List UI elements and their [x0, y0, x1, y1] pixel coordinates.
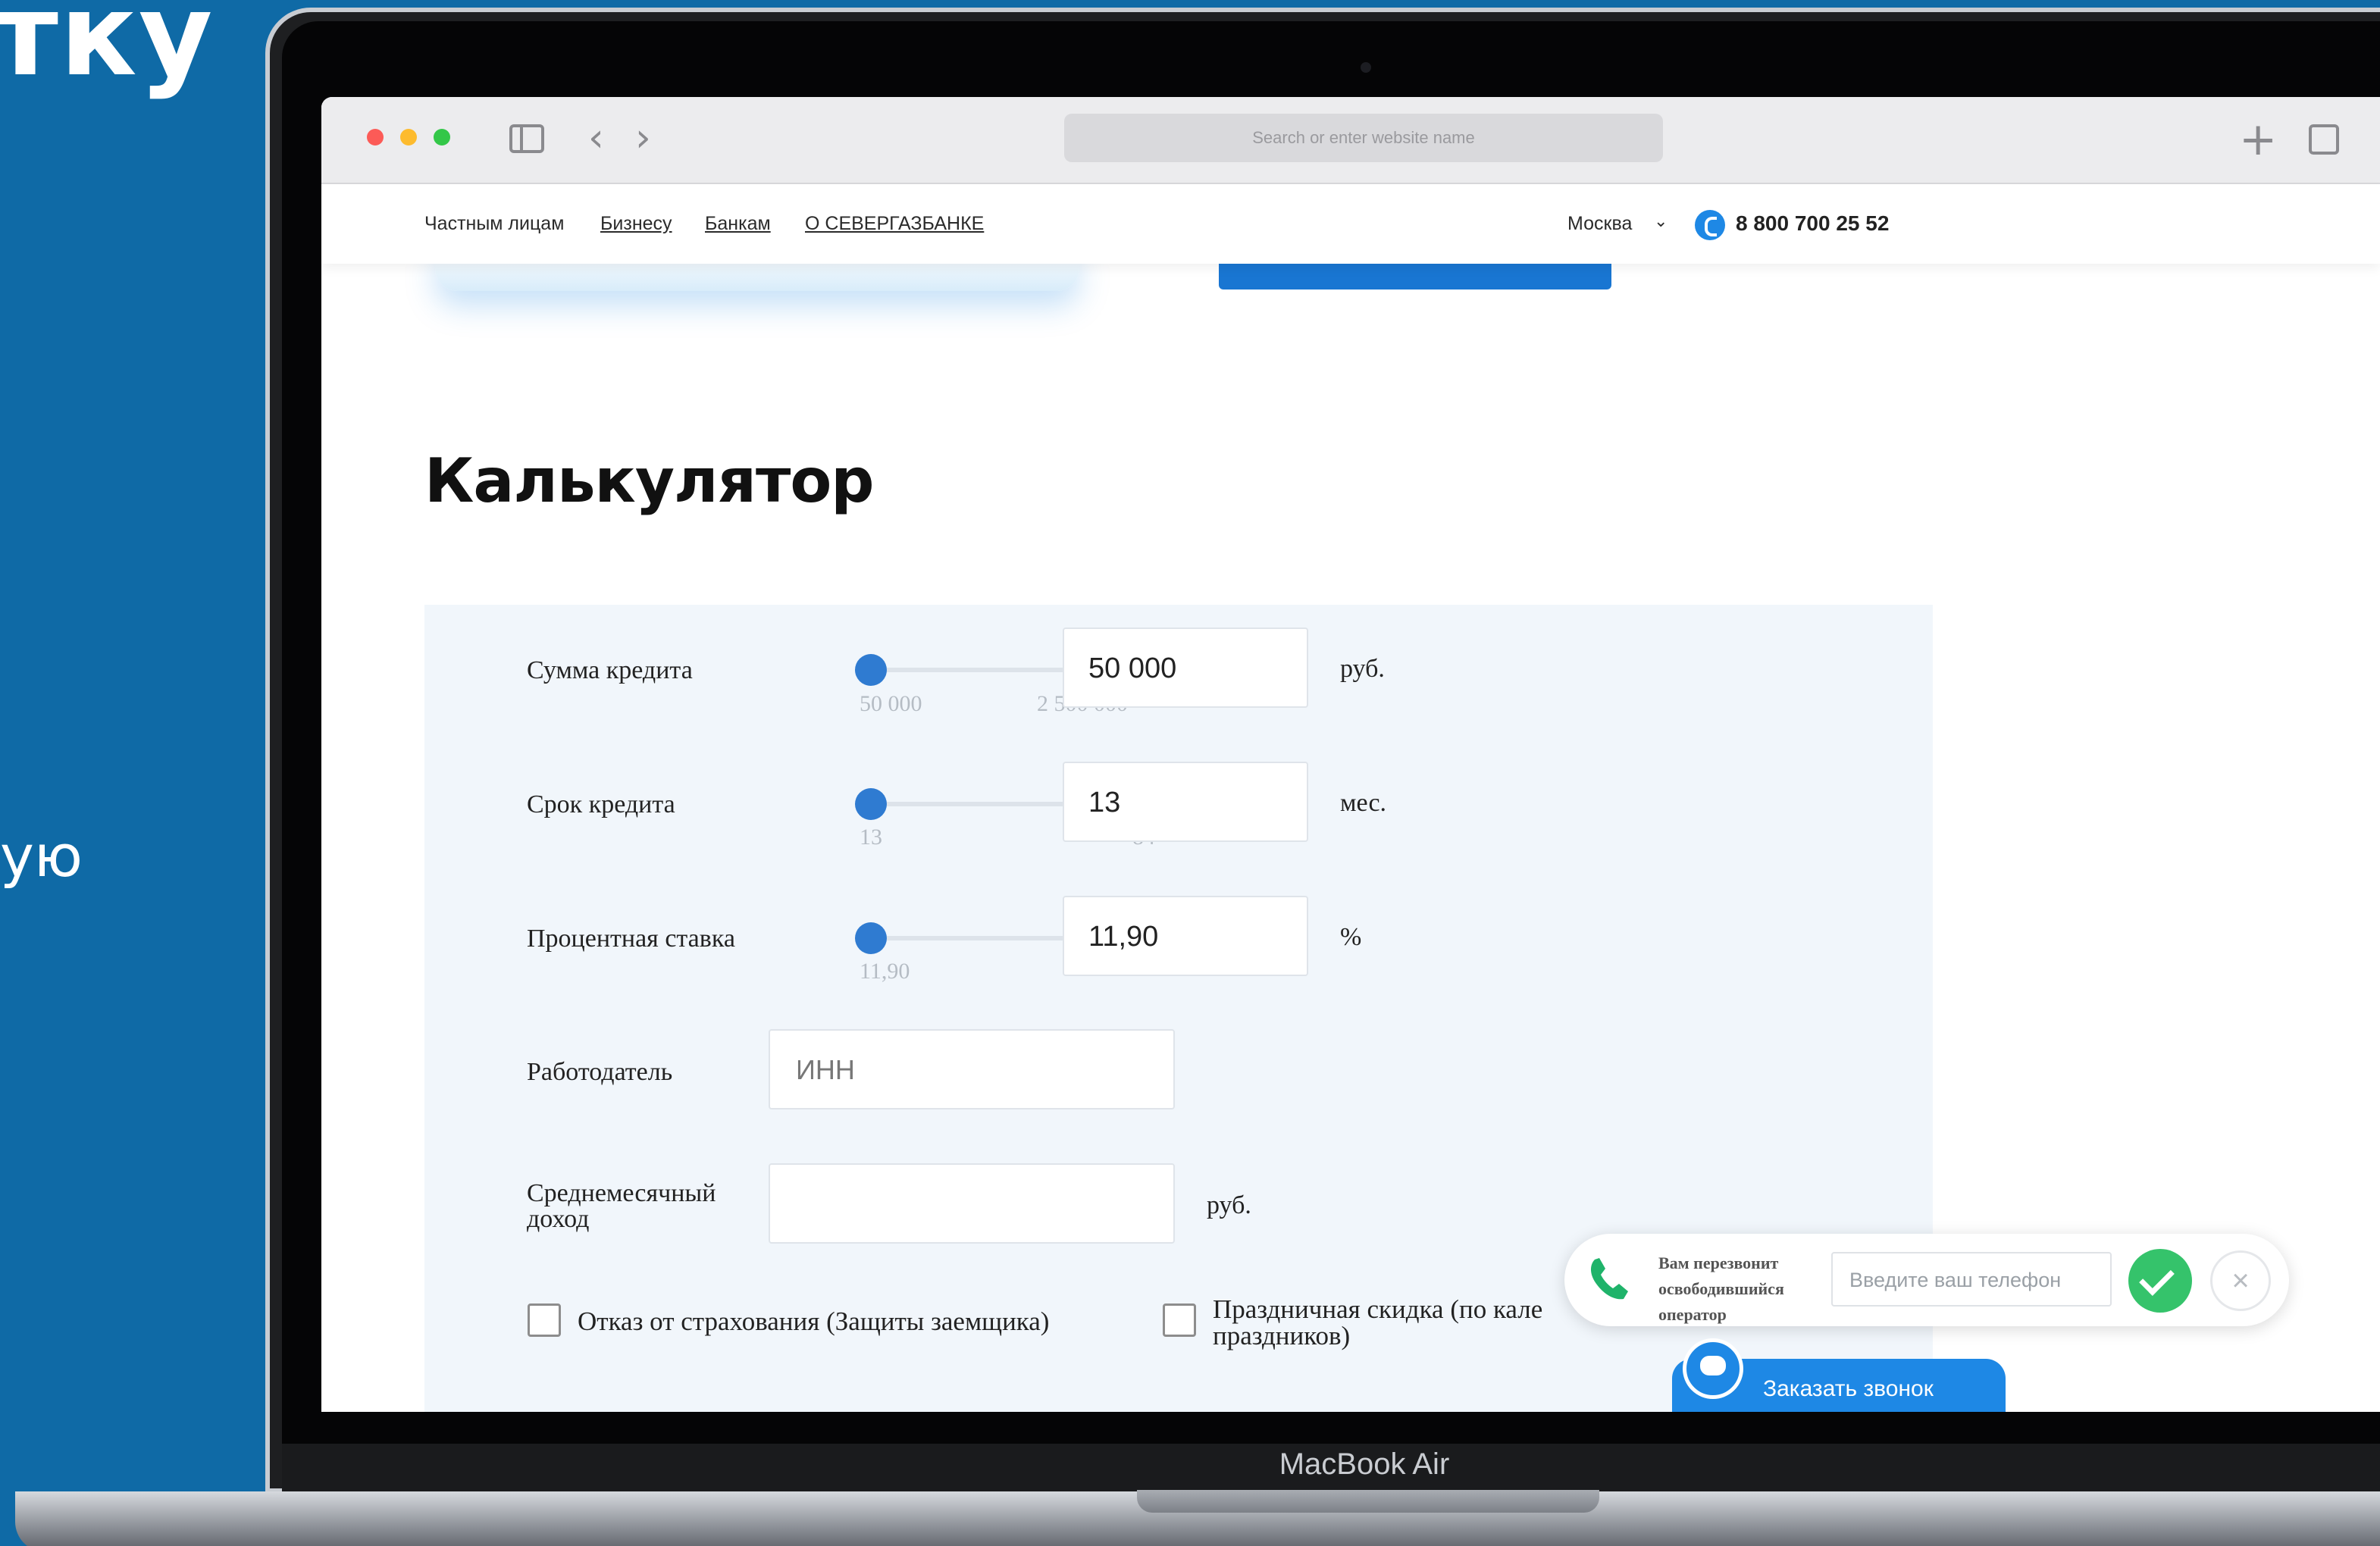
new-tab-icon[interactable]: +: [2239, 117, 2277, 162]
minimize-window-button[interactable]: [400, 129, 417, 146]
holiday-discount-label-line1: Праздничная скидка (по кале: [1213, 1294, 1543, 1324]
nav-link-about[interactable]: О СЕВЕРГАЗБАНКЕ: [805, 213, 984, 235]
tab-overview-icon[interactable]: [2309, 124, 2339, 155]
interest-rate-min: 11,90: [860, 959, 910, 984]
laptop-hinge-notch: [1137, 1490, 1599, 1513]
loan-amount-input[interactable]: 50 000: [1063, 627, 1308, 708]
loan-amount-min: 50 000: [860, 691, 922, 716]
interest-rate-unit: %: [1340, 923, 1362, 951]
address-bar[interactable]: Search or enter website name: [1064, 114, 1663, 162]
income-input[interactable]: [769, 1163, 1175, 1244]
insurance-refusal-label[interactable]: Отказ от страхования (Защиты заемщика): [578, 1308, 1049, 1335]
promo-heading-fragment: тку: [0, 0, 215, 102]
laptop-brand-label: MacBook Air: [1279, 1447, 1450, 1481]
interest-rate-input[interactable]: 11,90: [1063, 896, 1308, 976]
loan-amount-unit: руб.: [1340, 655, 1385, 683]
city-selector[interactable]: Москва: [1567, 213, 1632, 235]
site-nav: Частным лицам Бизнесу Банкам О СЕВЕРГАЗБ…: [321, 184, 2380, 264]
nav-link-banks[interactable]: Банкам: [705, 213, 771, 235]
loan-term-min: 13: [860, 825, 882, 850]
callback-message-line3: оператор: [1658, 1305, 1727, 1324]
nav-link-private[interactable]: Частным лицам: [424, 213, 564, 235]
browser-toolbar: ‹ › Search or enter website name +: [321, 97, 2380, 184]
nav-link-business[interactable]: Бизнесу: [600, 213, 672, 235]
income-label-line2: доход: [527, 1205, 590, 1233]
income-label-line1: Среднемесячный: [527, 1179, 716, 1207]
loan-amount-slider-thumb[interactable]: [855, 654, 887, 686]
promo-text-fragment: ую: [0, 822, 83, 890]
phone-handset-icon: [1591, 1258, 1628, 1300]
callback-submit-button[interactable]: [2128, 1249, 2192, 1313]
callback-phone-input[interactable]: Введите ваш телефон: [1831, 1252, 2112, 1307]
close-icon[interactable]: ×: [2210, 1250, 2271, 1311]
interest-rate-label: Процентная ставка: [527, 925, 735, 953]
employer-label: Работодатель: [527, 1058, 673, 1086]
close-window-button[interactable]: [367, 129, 384, 146]
chevron-down-icon[interactable]: ⌄: [1654, 211, 1668, 231]
loan-amount-label: Сумма кредита: [527, 656, 693, 684]
forward-icon[interactable]: ›: [635, 115, 651, 161]
chat-bubble-icon[interactable]: [1683, 1338, 1743, 1399]
insurance-refusal-checkbox[interactable]: [528, 1303, 561, 1337]
loan-term-label: Срок кредита: [527, 790, 675, 818]
loan-term-unit: мес.: [1340, 789, 1387, 817]
income-label: Среднемесячный доход: [527, 1181, 716, 1232]
camera-icon: [1361, 62, 1371, 73]
callback-message-line1: Вам перезвонит: [1658, 1253, 1779, 1272]
callback-message: Вам перезвонит освободившийся оператор: [1658, 1250, 1818, 1328]
holiday-discount-label[interactable]: Праздничная скидка (по кале праздников): [1213, 1296, 1542, 1349]
interest-rate-slider-thumb[interactable]: [855, 922, 887, 954]
loan-term-slider-thumb[interactable]: [855, 788, 887, 820]
back-icon[interactable]: ‹: [588, 115, 604, 161]
callback-widget: Вам перезвонит освободившийся оператор В…: [1564, 1234, 2289, 1326]
sidebar-toggle-icon[interactable]: [509, 124, 544, 153]
browser-screen: ‹ › Search or enter website name + Частн…: [321, 97, 2380, 1412]
holiday-discount-label-line2: праздников): [1213, 1321, 1351, 1350]
hotline-phone[interactable]: 8 800 700 25 52: [1736, 211, 1889, 236]
phone-icon: [1695, 210, 1725, 240]
page-title: Калькулятор: [424, 446, 875, 516]
maximize-window-button[interactable]: [434, 129, 450, 146]
holiday-discount-checkbox[interactable]: [1163, 1303, 1196, 1337]
loan-term-input[interactable]: 13: [1063, 762, 1308, 842]
employer-inn-input[interactable]: ИНН: [769, 1029, 1175, 1109]
income-unit: руб.: [1207, 1191, 1251, 1219]
callback-message-line2: освободившийся: [1658, 1279, 1784, 1298]
